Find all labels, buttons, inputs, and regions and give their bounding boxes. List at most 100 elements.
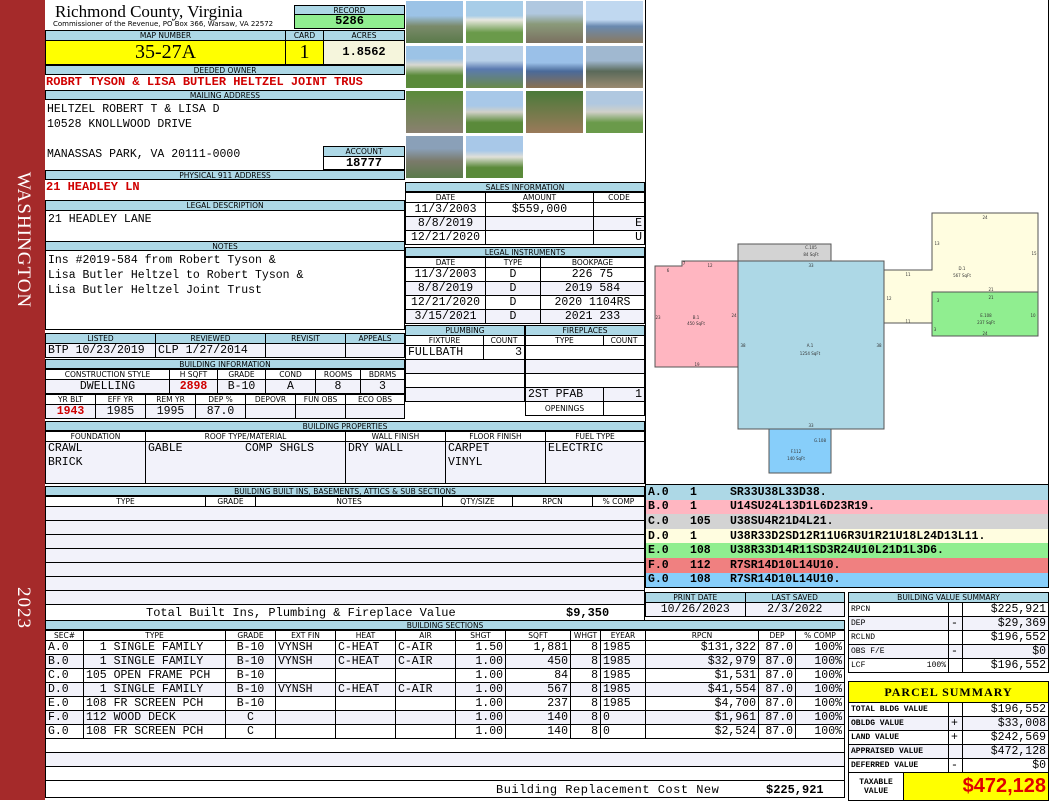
cell: 567 [505, 682, 571, 697]
cell [485, 230, 594, 245]
cell [335, 668, 396, 683]
header: DATE [405, 192, 486, 203]
sale-row: 11/3/2003 $559,000 [405, 202, 645, 217]
sketch-dimension: 33 [808, 263, 814, 268]
mailing-address-label: MAILING ADDRESS [45, 90, 405, 100]
photo-thumbnail[interactable] [465, 45, 524, 89]
building-section-row: E.0 108 FR SCREEN PCH B-10 1.00 237 8 1985 $4,7… [45, 696, 845, 711]
header: QTY/SIZE [442, 496, 513, 507]
cell: 87.0 [758, 668, 796, 683]
value-label: LCF 100% [848, 658, 949, 673]
cell: R7SR14D10L14U10. [728, 557, 1048, 573]
photo-thumbnail[interactable] [405, 45, 464, 89]
taxable-value: $472,128 [903, 772, 1049, 801]
instrument-row: 11/3/2003 D 226 75 [405, 267, 645, 282]
header: TYPE [525, 335, 604, 346]
photo-thumbnail[interactable] [585, 90, 644, 134]
parcel-summary-row: APPRAISED VALUE $472,128 [848, 744, 1049, 759]
cell: 87.0 [758, 654, 796, 669]
sign [948, 630, 963, 645]
cell: 112 WOOD DECK [83, 710, 226, 725]
photo-thumbnail[interactable] [405, 90, 464, 134]
plumbing-fixture: FULLBATH [405, 345, 484, 360]
photo-thumbnail[interactable] [585, 0, 644, 44]
cell: U14SU24L13D1L6D23R19. [728, 499, 1048, 515]
cell: C-HEAT [335, 682, 396, 697]
sketch-label: C.105 [805, 245, 817, 250]
year-built: 1943 [45, 404, 96, 419]
deeded-owner-label: DEEDED OWNER [45, 65, 405, 75]
photo-thumbnail[interactable] [465, 90, 524, 134]
cell: 3/15/2021 [405, 309, 486, 324]
plumbing-count: 3 [483, 345, 525, 360]
replacement-cost-value: $225,921 [766, 783, 824, 797]
header: GRADE [205, 496, 256, 507]
cell: E [593, 216, 645, 231]
sketch-label: 450 SqFt [687, 321, 705, 326]
photo-thumbnail[interactable] [405, 135, 464, 179]
cell: 100% [795, 654, 845, 669]
photo-thumbnail[interactable] [465, 135, 524, 179]
instrument-row: 8/8/2019 D 2019 584 [405, 281, 645, 296]
reviewed-label: REVIEWED [155, 333, 266, 344]
building-value-summary: BUILDING VALUE SUMMARY RPCN $225,921 DEP - $… [848, 592, 1049, 673]
photo-thumbnail[interactable] [465, 0, 524, 44]
sketch-dimension: 7 [683, 261, 686, 266]
header: COUNT [603, 335, 645, 346]
header: FUN OBS [295, 394, 346, 405]
roof-type: GABLE [148, 442, 183, 456]
cell: 108 [688, 572, 728, 588]
photo-thumbnail[interactable] [405, 0, 464, 44]
built-ins-total-label: Total Built Ins, Plumbing & Fireplace Va… [146, 606, 456, 620]
label: TOTAL BLDG VALUE [848, 702, 949, 717]
cell: 1.00 [455, 654, 506, 669]
sketch-dimension: 23 [655, 315, 661, 320]
sketch-dimension: 21 [988, 295, 994, 300]
cell: 450 [505, 654, 571, 669]
column-header: AIR [395, 630, 456, 641]
photo-thumbnail[interactable] [525, 90, 584, 134]
sketch-dimension: 24 [982, 215, 988, 220]
sketch-label: 84 SqFt [803, 252, 819, 257]
building-info-table: CONSTRUCTION STYLE H SQFT GRADE COND ROOMS BD… [45, 369, 405, 394]
parcel-summary-row: LAND VALUE + $242,569 [848, 730, 1049, 745]
sketch-label: B.1 [693, 315, 700, 320]
value-summary-row: OBS F/E - $0 [848, 644, 1049, 659]
sign: - [948, 758, 963, 773]
label: OBLDG VALUE [848, 716, 949, 731]
cell: 2020 1104RS [540, 295, 645, 310]
sketch-legend-row: D.0 1 U38R33D2SD12R11U6R3U1R21U18L24D13L11… [646, 528, 1048, 544]
photo-thumbnail[interactable] [585, 45, 644, 89]
cell: C [225, 724, 276, 739]
fireplaces-label: FIREPLACES [525, 325, 645, 336]
cell: $2,524 [645, 724, 759, 739]
account-number: 18777 [345, 156, 382, 170]
value-summary-row: RCLND $196,552 [848, 630, 1049, 645]
cell: 1985 [600, 654, 646, 669]
label: LCF [851, 661, 866, 670]
sketch-section-b[interactable] [654, 260, 740, 368]
header: COND [265, 369, 316, 380]
appeals-value [345, 343, 405, 358]
legal-notes-box: LEGAL DESCRIPTION 21 HEADLEY LANE NOTES … [45, 200, 405, 330]
replacement-cost-label: Building Replacement Cost New [496, 783, 720, 797]
header: WALL FINISH [345, 431, 446, 442]
photo-thumbnail[interactable] [525, 45, 584, 89]
cell: 105 OPEN FRAME PCH [83, 668, 226, 683]
sign [948, 658, 963, 673]
photo-thumbnail[interactable] [525, 0, 584, 44]
cell: A.0 [45, 640, 84, 655]
sketch-dimension: 38 [740, 343, 746, 348]
cell: 1 [688, 528, 728, 544]
sketch-label: 237 SqFt [977, 320, 995, 325]
cell [395, 696, 456, 711]
cell: D.0 [646, 528, 688, 544]
header: COUNT [483, 335, 525, 346]
district-name: WASHINGTON [12, 171, 34, 309]
sketch-dimension: 33 [808, 423, 814, 428]
sale-row: 12/21/2020 U [405, 230, 645, 245]
cell: B-10 [225, 668, 276, 683]
header: AMOUNT [485, 192, 594, 203]
label: OBS F/E [851, 647, 885, 656]
cell: C.0 [45, 668, 84, 683]
